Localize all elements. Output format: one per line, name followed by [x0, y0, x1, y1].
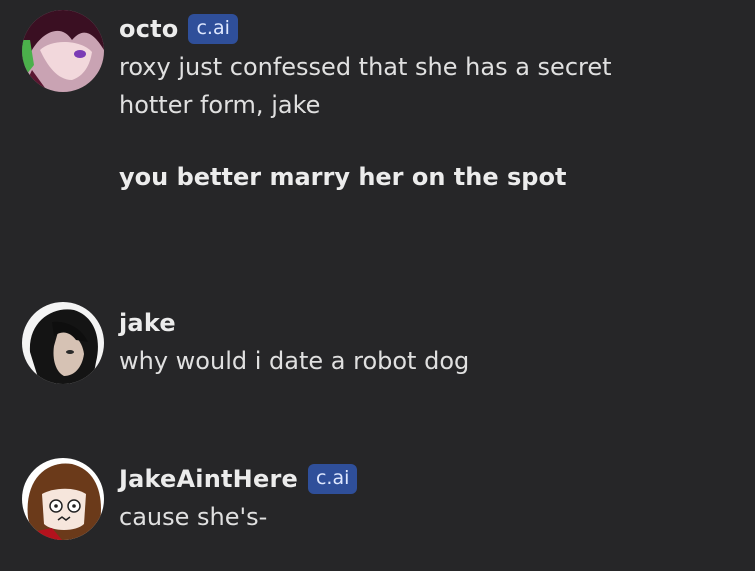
anime-avatar-icon: [22, 10, 104, 92]
message-text-line: why would i date a robot dog: [119, 347, 470, 375]
author-name[interactable]: jake: [119, 309, 176, 337]
author-name[interactable]: JakeAintHere: [119, 465, 298, 493]
message-text-line: hotter form, jake: [119, 91, 321, 119]
message-text-line: roxy just confessed that she has a secre…: [119, 53, 612, 81]
cai-badge: c.ai: [307, 464, 358, 494]
message-text-bold: you better marry her on the spot: [119, 163, 567, 191]
message-text-line: cause she's-: [119, 503, 268, 531]
photo-avatar-icon: [22, 302, 104, 384]
cai-badge: c.ai: [188, 14, 238, 44]
avatar-jakeainthere[interactable]: [22, 458, 104, 540]
avatar-octo[interactable]: [22, 10, 104, 92]
avatar-jake[interactable]: [22, 302, 104, 384]
author-name[interactable]: octo: [119, 15, 178, 43]
cartoon-avatar-icon: [22, 458, 104, 540]
